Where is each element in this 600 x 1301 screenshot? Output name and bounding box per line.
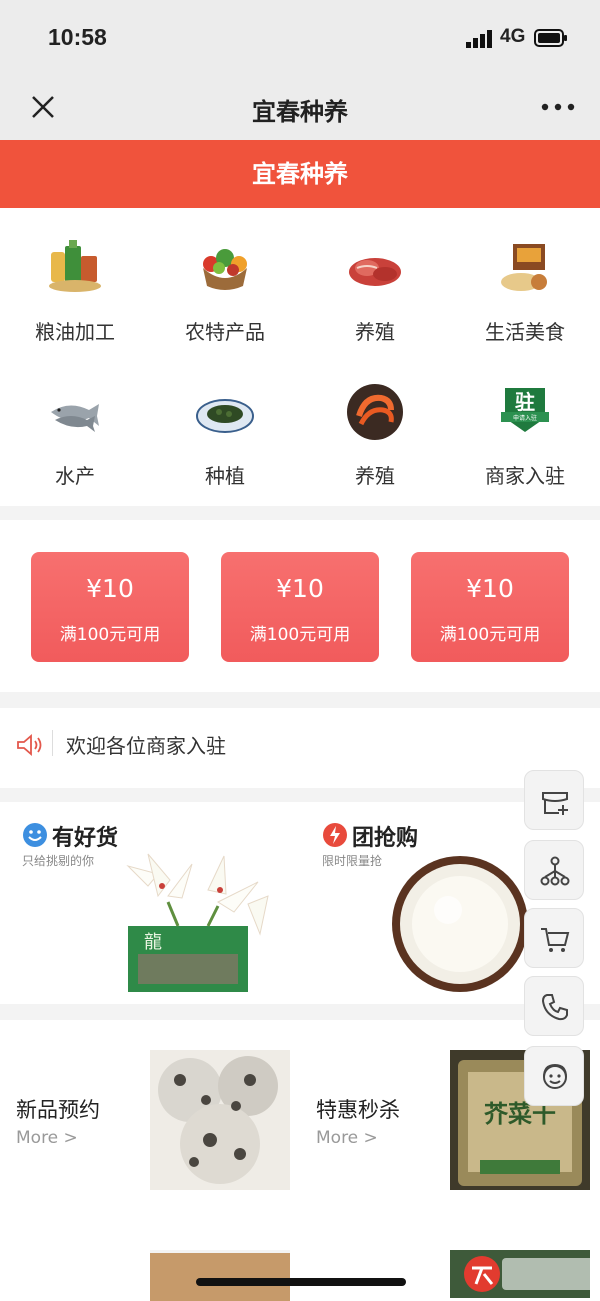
page-title: 宜春种养 (252, 98, 348, 126)
shrimp-icon (347, 384, 403, 440)
store-icon (542, 792, 568, 815)
coupon-condition: 满100元可用 (439, 625, 541, 645)
category-label: 粮油加工 (35, 320, 115, 344)
section-title: 新品预约 (16, 1098, 100, 1122)
status-bar: 10:58 4G (0, 0, 600, 76)
promo-subtitle: 限时限量抢 (322, 854, 383, 868)
category-label: 农特产品 (185, 320, 265, 344)
section-divider (0, 1004, 600, 1020)
category-item-life-food[interactable]: 生活美食 (450, 232, 600, 362)
section-divider (0, 692, 600, 708)
category-item-merchant-join[interactable]: 驻 申请入驻 商家入驻 (450, 380, 600, 510)
promo-group-buy[interactable]: 团抢购 限时限量抢 (300, 806, 530, 1002)
status-time: 10:58 (48, 24, 107, 50)
lightning-icon (323, 823, 347, 847)
merchant-badge-icon: 驻 申请入驻 (501, 388, 549, 432)
phone-button[interactable] (524, 976, 584, 1036)
watermark-logo (464, 1256, 596, 1292)
section-divider (0, 506, 600, 520)
cart-icon (541, 928, 570, 952)
food-box-icon (501, 244, 547, 291)
mushroom-image (150, 1050, 290, 1190)
section-divider (0, 788, 600, 802)
section-title: 特惠秒杀 (316, 1098, 400, 1122)
speaker-icon (17, 734, 42, 756)
category-item-planting[interactable]: 种植 (150, 380, 300, 510)
lily-gift-box-image: 龍 (126, 853, 269, 992)
coupon-condition: 满100元可用 (249, 625, 351, 645)
coupon-amount: ¥10 (86, 574, 134, 603)
more-link[interactable]: More > (316, 1128, 378, 1148)
category-item-breeding-2[interactable]: 养殖 (300, 380, 450, 510)
coupon-amount: ¥10 (276, 574, 324, 603)
category-label: 生活美食 (485, 320, 565, 344)
promo-title: 团抢购 (352, 826, 419, 851)
shop-banner: 宜春种养 (0, 140, 600, 208)
fish-icon (51, 404, 99, 432)
merchant-badge-subtext: 申请入驻 (513, 414, 537, 422)
coupon-condition: 满100元可用 (59, 625, 161, 645)
promo-subtitle: 只给挑剔的你 (22, 854, 95, 868)
merchant-badge-text: 驻 (515, 390, 535, 414)
notice-divider (52, 730, 53, 756)
category-label: 养殖 (355, 464, 395, 488)
customer-service-icon (543, 1063, 567, 1089)
coupon-amount: ¥10 (466, 574, 514, 603)
signal-icon (466, 30, 492, 48)
coupon-card[interactable]: ¥10 满100元可用 (411, 552, 569, 662)
more-options-icon[interactable] (536, 90, 580, 124)
tea-bowl-icon (196, 399, 254, 433)
category-item-aquatic[interactable]: 水产 (0, 380, 150, 510)
rice-bowl-image (392, 856, 528, 992)
more-link[interactable]: More > (16, 1128, 78, 1148)
home-indicator (196, 1278, 406, 1286)
category-label: 商家入驻 (485, 464, 565, 488)
coupon-card[interactable]: ¥10 满100元可用 (31, 552, 189, 662)
cart-button[interactable] (524, 908, 584, 968)
vegetable-basket-icon (203, 249, 247, 290)
share-button[interactable] (524, 840, 584, 900)
phone-icon (541, 994, 568, 1021)
category-item-farm-specialty[interactable]: 农特产品 (150, 232, 300, 362)
meat-icon (349, 258, 401, 286)
category-item-breeding[interactable]: 养殖 (300, 232, 450, 362)
network-type: 4G (500, 26, 526, 47)
store-button[interactable] (524, 770, 584, 830)
battery-icon (534, 29, 567, 47)
smile-icon (23, 823, 47, 847)
category-label: 养殖 (355, 320, 395, 344)
nav-bar: 宜春种养 (0, 76, 600, 140)
customer-service-button[interactable] (524, 1046, 584, 1106)
category-item-grain-oil[interactable]: 粮油加工 (0, 232, 150, 362)
notice-bar[interactable]: 欢迎各位商家入驻 (0, 712, 600, 774)
grain-oil-icon (49, 240, 101, 292)
coupon-card[interactable]: ¥10 满100元可用 (221, 552, 379, 662)
gift-box-text: 龍 (144, 932, 162, 953)
share-tree-icon (540, 856, 570, 886)
notice-text: 欢迎各位商家入驻 (66, 734, 226, 758)
category-label: 水产 (55, 464, 95, 488)
promo-good-goods[interactable]: 有好货 只给挑剔的你 龍 (0, 806, 290, 1002)
section-new-arrivals[interactable]: 新品预约 More > (0, 1030, 300, 1200)
product-thumb-partial-left[interactable] (150, 1250, 290, 1301)
category-label: 种植 (205, 464, 245, 488)
